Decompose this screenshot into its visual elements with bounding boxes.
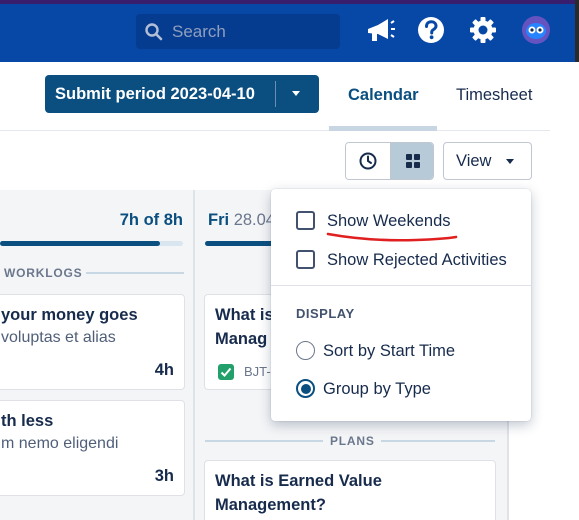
tab-timesheet[interactable]: Timesheet — [456, 86, 532, 105]
worklog-title-line2: Manag — [215, 330, 268, 348]
view-label: View — [456, 152, 492, 170]
annotation-underline — [326, 232, 458, 242]
show-weekends-checkbox[interactable] — [296, 211, 315, 230]
top-edge — [0, 0, 579, 4]
show-rejected-label: Show Rejected Activities — [327, 251, 507, 269]
clock-view-button[interactable] — [346, 143, 390, 179]
tab-calendar[interactable]: Calendar — [348, 86, 419, 105]
chevron-down-icon[interactable] — [292, 91, 300, 96]
section-divider — [86, 272, 184, 274]
day-total-hours: 7h of 8h — [119, 211, 183, 229]
sort-by-start-option[interactable]: Sort by Start Time — [271, 332, 531, 368]
view-dropdown-button[interactable]: View — [443, 142, 532, 180]
avatar[interactable] — [521, 15, 553, 47]
help-icon[interactable] — [416, 15, 448, 47]
worklog-hours: 4h — [154, 361, 174, 379]
worklog-title: your money goes — [1, 306, 138, 324]
section-divider — [205, 440, 323, 442]
page-header: Submit period 2023-04-10 Calendar Timesh… — [0, 62, 579, 190]
day-column-left: 7h of 8h WORKLOGS your money goes volupt… — [0, 190, 193, 520]
clock-icon — [359, 152, 377, 170]
grid-icon — [406, 154, 420, 168]
megaphone-icon[interactable] — [364, 15, 396, 47]
worklog-description: m nemo eligendi — [1, 435, 119, 452]
submit-period-label: Submit period 2023-04-10 — [55, 85, 255, 103]
sort-by-start-radio[interactable] — [296, 341, 315, 360]
worklog-description: voluptas et alias — [1, 329, 116, 346]
plan-card[interactable]: What is Earned Value Management? — [204, 460, 496, 520]
plans-section-title: PLANS — [330, 434, 375, 448]
show-weekends-label: Show Weekends — [327, 212, 451, 230]
search-icon — [145, 23, 163, 41]
show-rejected-checkbox[interactable] — [296, 250, 315, 269]
issue-key[interactable]: BJT- — [244, 364, 271, 379]
window-edge — [575, 0, 579, 62]
day-name: Fri — [208, 211, 230, 229]
view-mode-toggle — [345, 142, 434, 180]
menu-divider — [271, 285, 531, 286]
day-date: 28.04 — [233, 211, 275, 229]
group-by-type-label: Group by Type — [323, 380, 431, 398]
button-separator — [275, 81, 276, 107]
progress-fill — [0, 241, 161, 246]
worklog-title: What is — [215, 306, 274, 324]
header-divider — [0, 130, 550, 131]
active-tab-indicator — [329, 126, 437, 131]
plan-title: What is Earned Value — [215, 472, 382, 490]
display-section-title: DISPLAY — [296, 306, 355, 321]
search-box[interactable] — [136, 14, 340, 49]
worklog-hours: 3h — [154, 467, 174, 485]
grid-view-button[interactable] — [390, 143, 433, 179]
done-check-icon — [218, 364, 234, 380]
gear-icon[interactable] — [468, 15, 500, 47]
section-divider — [381, 440, 495, 442]
search-input[interactable] — [172, 14, 332, 49]
chevron-down-icon — [506, 159, 514, 164]
worklogs-section-title: WORKLOGS — [4, 266, 83, 280]
worklog-card[interactable]: your money goes voluptas et alias 4h — [0, 294, 185, 390]
plan-title-line2: Management? — [215, 496, 326, 514]
view-options-menu: Show Weekends Show Rejected Activities D… — [271, 189, 531, 421]
show-rejected-option[interactable]: Show Rejected Activities — [271, 242, 531, 278]
day-header: Fri 28.04 — [208, 211, 275, 230]
submit-period-button[interactable]: Submit period 2023-04-10 — [45, 75, 319, 113]
worklog-title: th less — [1, 412, 54, 430]
sort-by-start-label: Sort by Start Time — [323, 342, 456, 360]
top-navigation-bar — [0, 0, 579, 62]
worklog-card[interactable]: th less m nemo eligendi 3h — [0, 400, 185, 496]
group-by-type-option[interactable]: Group by Type — [271, 370, 531, 406]
group-by-type-radio[interactable] — [296, 379, 315, 398]
day-progress-bar — [0, 241, 183, 246]
